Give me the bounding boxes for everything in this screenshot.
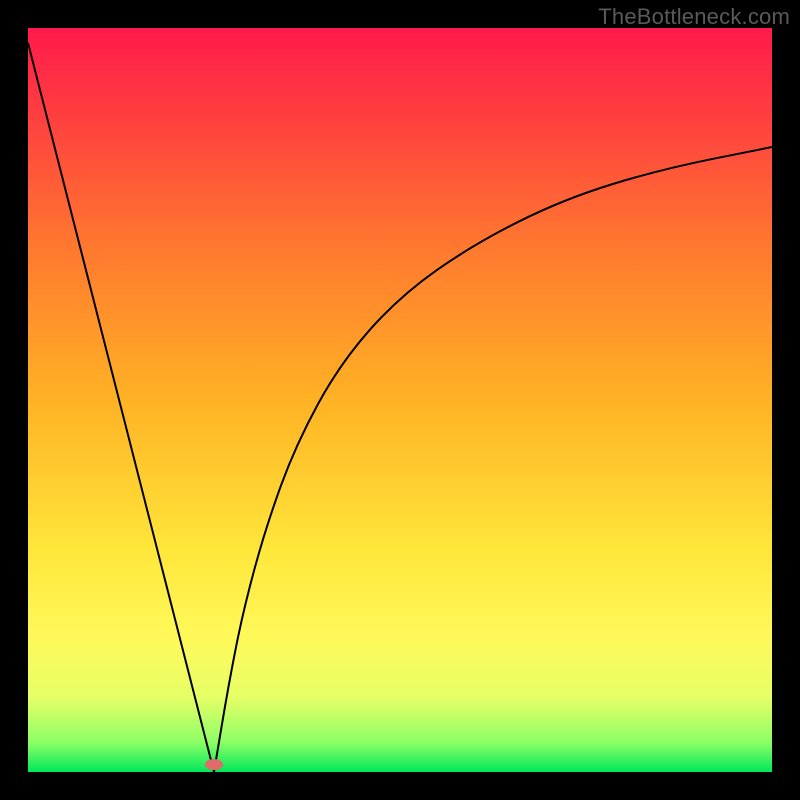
chart-svg <box>28 28 772 772</box>
chart-frame: TheBottleneck.com <box>0 0 800 800</box>
chart-background <box>28 28 772 772</box>
sweet-spot-marker <box>205 759 223 770</box>
marker-layer <box>205 759 223 770</box>
watermark-text: TheBottleneck.com <box>598 4 790 30</box>
